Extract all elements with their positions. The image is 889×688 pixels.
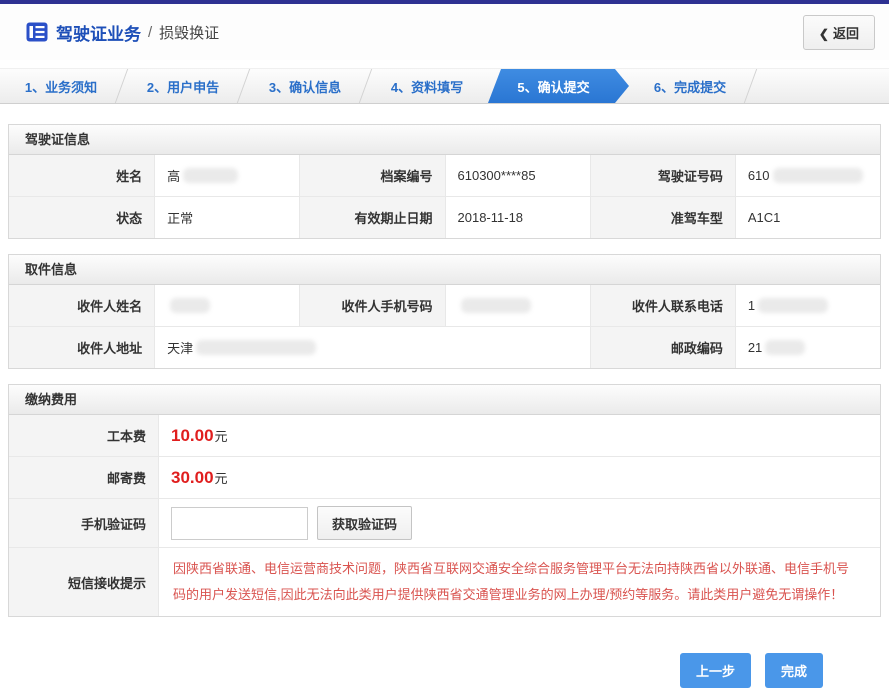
sms-code-label: 手机验证码 xyxy=(9,499,158,547)
fees-section: 缴纳费用 工本费 10.00元 邮寄费 30.00元 手机验证码 获取验证码 短… xyxy=(8,384,881,617)
postal-code-value: 21 xyxy=(735,327,880,368)
recipient-address-label: 收件人地址 xyxy=(9,327,154,368)
breadcrumb-current: 损毁换证 xyxy=(159,22,219,43)
file-no-value: 610300****85 xyxy=(445,155,590,196)
license-no-label: 驾驶证号码 xyxy=(590,155,735,196)
redacted-value xyxy=(765,340,805,355)
pickup-info-section: 取件信息 收件人姓名 收件人手机号码 收件人联系电话 1 收件人地址 天津 邮政… xyxy=(8,254,881,369)
recipient-address-value: 天津 xyxy=(154,327,590,368)
tab-step-1[interactable]: 1、业务须知 xyxy=(0,69,122,103)
table-row: 收件人地址 天津 邮政编码 21 xyxy=(9,326,880,368)
redacted-value xyxy=(773,168,863,183)
name-value: 高 xyxy=(154,155,299,196)
get-code-button[interactable]: 获取验证码 xyxy=(317,506,412,540)
redacted-value xyxy=(758,298,828,313)
status-value: 正常 xyxy=(154,197,299,238)
file-no-label: 档案编号 xyxy=(299,155,444,196)
fees-title: 缴纳费用 xyxy=(9,385,880,415)
recipient-phone-value: 1 xyxy=(735,285,880,326)
sms-code-input[interactable] xyxy=(171,507,308,540)
recipient-mobile-label: 收件人手机号码 xyxy=(299,285,444,326)
postal-code-label: 邮政编码 xyxy=(590,327,735,368)
recipient-mobile-value xyxy=(445,285,590,326)
fee-unit: 元 xyxy=(215,468,228,487)
table-row: 手机验证码 获取验证码 xyxy=(9,498,880,547)
production-fee-label: 工本费 xyxy=(9,415,158,456)
table-row: 邮寄费 30.00元 xyxy=(9,456,880,498)
mailing-fee-label: 邮寄费 xyxy=(9,457,158,498)
table-row: 工本费 10.00元 xyxy=(9,415,880,456)
recipient-name-label: 收件人姓名 xyxy=(9,285,154,326)
production-fee-amount: 10.00 xyxy=(171,426,214,446)
sms-notice-cell: 因陕西省联通、电信运营商技术问题，陕西省互联网交通安全综合服务管理平台无法向持陕… xyxy=(158,548,880,616)
sms-code-cell: 获取验证码 xyxy=(158,499,880,547)
fee-unit: 元 xyxy=(215,426,228,445)
mailing-fee-amount: 30.00 xyxy=(171,468,214,488)
tab-separator xyxy=(744,69,757,103)
tab-step-3[interactable]: 3、确认信息 xyxy=(244,69,366,103)
page-header: 驾驶证业务 / 损毁换证 ❮ 返回 xyxy=(0,4,889,60)
vehicle-class-label: 准驾车型 xyxy=(590,197,735,238)
tab-step-5-active[interactable]: 5、确认提交 xyxy=(488,69,629,103)
name-label: 姓名 xyxy=(9,155,154,196)
table-row: 收件人姓名 收件人手机号码 收件人联系电话 1 xyxy=(9,285,880,326)
redacted-value xyxy=(196,340,316,355)
production-fee-value: 10.00元 xyxy=(158,415,880,456)
license-info-title: 驾驶证信息 xyxy=(9,125,880,155)
valid-until-label: 有效期止日期 xyxy=(299,197,444,238)
redacted-value xyxy=(170,298,210,313)
license-no-value: 610 xyxy=(735,155,880,196)
redacted-value xyxy=(461,298,531,313)
table-row: 状态 正常 有效期止日期 2018-11-18 准驾车型 A1C1 xyxy=(9,196,880,238)
vehicle-class-value: A1C1 xyxy=(735,197,880,238)
valid-until-value: 2018-11-18 xyxy=(445,197,590,238)
recipient-phone-label: 收件人联系电话 xyxy=(590,285,735,326)
license-card-icon xyxy=(26,22,48,42)
tab-step-6[interactable]: 6、完成提交 xyxy=(629,69,751,103)
back-label: 返回 xyxy=(833,26,859,41)
back-button[interactable]: ❮ 返回 xyxy=(803,15,875,50)
step-tabs: 1、业务须知 2、用户申告 3、确认信息 4、资料填写 5、确认提交 6、完成提… xyxy=(0,68,889,104)
table-row: 短信接收提示 因陕西省联通、电信运营商技术问题，陕西省互联网交通安全综合服务管理… xyxy=(9,547,880,616)
back-chevron-icon: ❮ xyxy=(819,27,829,41)
tab-step-2[interactable]: 2、用户申告 xyxy=(122,69,244,103)
page-title: 驾驶证业务 xyxy=(56,20,141,45)
pickup-info-title: 取件信息 xyxy=(9,255,880,285)
mailing-fee-value: 30.00元 xyxy=(158,457,880,498)
status-label: 状态 xyxy=(9,197,154,238)
breadcrumb-divider: / xyxy=(148,24,152,41)
tab-step-4[interactable]: 4、资料填写 xyxy=(366,69,488,103)
sms-notice-label: 短信接收提示 xyxy=(9,548,158,616)
sms-notice-text: 因陕西省联通、电信运营商技术问题，陕西省互联网交通安全综合服务管理平台无法向持陕… xyxy=(171,548,868,616)
table-row: 姓名 高 档案编号 610300****85 驾驶证号码 610 xyxy=(9,155,880,196)
license-info-section: 驾驶证信息 姓名 高 档案编号 610300****85 驾驶证号码 610 状… xyxy=(8,124,881,239)
redacted-value xyxy=(183,168,238,183)
recipient-name-value xyxy=(154,285,299,326)
